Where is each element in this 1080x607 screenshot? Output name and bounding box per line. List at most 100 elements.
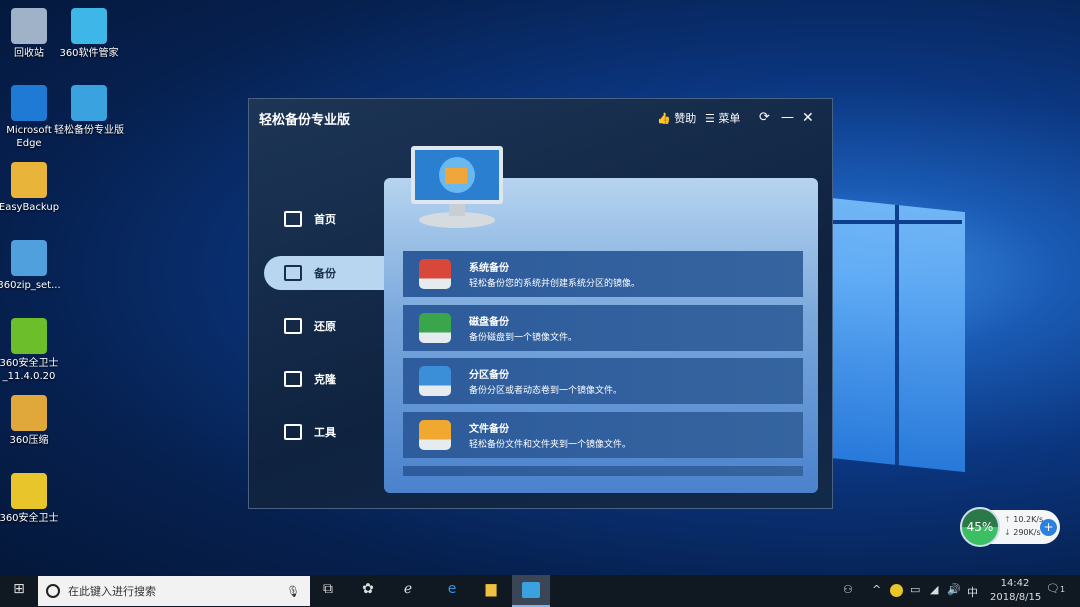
- sidebar-label: 工具: [314, 426, 336, 439]
- desktop-icon-label: 360安全卫士: [0, 513, 59, 524]
- sidebar-item-tools[interactable]: 工具: [279, 415, 379, 449]
- app-icon: [11, 85, 47, 121]
- easybackup-taskbar-button[interactable]: [512, 575, 550, 607]
- backup-option[interactable]: 系统备份轻松备份您的系统并创建系统分区的镜像。: [403, 251, 803, 297]
- memory-percent: 45%: [966, 520, 994, 534]
- action-center-icon[interactable]: 🗨1: [1046, 582, 1065, 595]
- file-explorer-icon[interactable]: ▆: [481, 581, 501, 601]
- sidebar-label: 克隆: [314, 373, 336, 386]
- time: 14:42: [1000, 578, 1030, 589]
- desktop-icon-label: 360压缩: [9, 435, 49, 446]
- download-arrow-icon: ↓: [1004, 528, 1011, 537]
- desktop-icon[interactable]: 360软件管家: [54, 8, 124, 60]
- app-icon: [11, 473, 47, 509]
- option-title: 系统备份: [469, 263, 509, 274]
- tools-icon: [284, 424, 302, 440]
- option-desc: 轻松备份您的系统并创建系统分区的镜像。: [469, 279, 641, 289]
- more-item-partial[interactable]: [403, 466, 803, 476]
- edge-icon[interactable]: e: [442, 581, 462, 601]
- option-title: 分区备份: [469, 370, 509, 381]
- desktop-icon[interactable]: 360压缩: [0, 395, 64, 447]
- option-desc: 备份分区或者动态卷到一个镜像文件。: [469, 386, 623, 396]
- sidebar-label: 还原: [314, 320, 336, 333]
- volume-icon[interactable]: 🔊: [947, 583, 961, 596]
- sidebar-item-clone[interactable]: 克隆: [279, 362, 379, 396]
- sidebar-label: 首页: [314, 213, 336, 226]
- start-button[interactable]: ⊞: [9, 581, 29, 601]
- desktop-icon[interactable]: 360安全卫士: [0, 473, 64, 525]
- clone-icon: [284, 371, 302, 387]
- menu-icon: ☰: [705, 112, 715, 125]
- home-icon: [284, 211, 302, 227]
- desktop-icon[interactable]: 360安全卫士_11.4.0.20: [0, 318, 64, 383]
- ime-indicator[interactable]: 中: [967, 584, 978, 600]
- menu-label: 菜单: [718, 112, 741, 125]
- sponsor-label: 赞助: [674, 112, 697, 125]
- option-title: 文件备份: [469, 424, 509, 435]
- backup-type-icon: [419, 420, 451, 450]
- sidebar-item-restore[interactable]: 还原: [279, 309, 379, 343]
- search-placeholder: 在此键入进行搜索: [68, 585, 156, 598]
- desktop-icon[interactable]: 轻松备份专业版: [54, 85, 124, 137]
- desktop-icon-label: EasyBackup: [0, 202, 60, 213]
- app-icon: [71, 8, 107, 44]
- app-window: 轻松备份专业版 👍 赞助 ☰ 菜单 ⟳ — ✕ 首页 备份 还原 克隆 工具 系…: [248, 98, 833, 509]
- sidebar-item-backup[interactable]: 备份: [264, 256, 384, 290]
- backup-type-icon: [419, 259, 451, 289]
- show-hidden-icons[interactable]: ^: [872, 583, 881, 596]
- app-icon: [11, 318, 47, 354]
- sidebar-item-home[interactable]: 首页: [279, 202, 379, 236]
- backup-option[interactable]: 分区备份备份分区或者动态卷到一个镜像文件。: [403, 358, 803, 404]
- window-title: 轻松备份专业版: [259, 113, 351, 128]
- search-box[interactable]: 在此键入进行搜索 🎙: [38, 576, 310, 606]
- edge-ie-icon[interactable]: ℯ: [398, 581, 418, 601]
- microphone-icon[interactable]: 🎙: [286, 585, 300, 598]
- option-desc: 备份磁盘到一个镜像文件。: [469, 333, 578, 343]
- clock[interactable]: 14:42 2018/8/15: [990, 577, 1042, 605]
- desktop-icon-label: 360安全卫士_11.4.0.20: [0, 358, 59, 382]
- app-icon: [11, 162, 47, 198]
- people-icon[interactable]: ⚇: [843, 583, 853, 596]
- backup-option[interactable]: 磁盘备份备份磁盘到一个镜像文件。: [403, 305, 803, 351]
- desktop-icon-label: 360zip_set...: [0, 280, 61, 291]
- app-icon: [71, 85, 107, 121]
- date: 2018/8/15: [990, 592, 1042, 603]
- sponsor-button[interactable]: 👍 赞助: [657, 110, 696, 126]
- desktop-icon[interactable]: EasyBackup: [0, 162, 64, 214]
- cortana-icon: [46, 584, 60, 598]
- desktop-icon-label: 360软件管家: [59, 48, 119, 59]
- refresh-icon[interactable]: ⟳: [759, 110, 770, 125]
- wifi-icon[interactable]: ◢: [930, 583, 938, 596]
- 360-tray-icon[interactable]: [890, 584, 903, 597]
- memory-usage-ball[interactable]: 45%: [960, 507, 1000, 547]
- battery-icon[interactable]: ▭: [910, 583, 920, 596]
- upload-speed: 10.2K/s: [1013, 515, 1044, 524]
- option-title: 磁盘备份: [469, 317, 509, 328]
- app-icon: [11, 240, 47, 276]
- minimize-button[interactable]: —: [781, 110, 794, 125]
- desktop-icon-label: 轻松备份专业版: [54, 125, 124, 136]
- option-desc: 轻松备份文件和文件夹到一个镜像文件。: [469, 440, 632, 450]
- desktop-icon[interactable]: 360zip_set...: [0, 240, 64, 292]
- accelerate-plus-icon[interactable]: +: [1040, 519, 1057, 536]
- pinwheel-app-icon[interactable]: ✿: [358, 581, 378, 601]
- backup-monitor-icon: [411, 146, 503, 228]
- taskbar: ⊞ 在此键入进行搜索 🎙 ⧉ ✿ ℯ e ▆ ⚇ ^ ▭ ◢ 🔊 中 14:42…: [0, 575, 1080, 607]
- notification-count: 1: [1059, 585, 1066, 594]
- app-icon: [11, 395, 47, 431]
- menu-button[interactable]: ☰ 菜单: [705, 110, 740, 126]
- thumbs-up-icon: 👍: [657, 112, 671, 125]
- logo-divider: [895, 205, 899, 465]
- close-button[interactable]: ✕: [802, 110, 814, 126]
- backup-type-icon: [419, 366, 451, 396]
- backup-icon: [284, 265, 302, 281]
- task-view-icon[interactable]: ⧉: [318, 581, 338, 601]
- download-speed: 290K/s: [1013, 528, 1041, 537]
- app-icon: [11, 8, 47, 44]
- sidebar-label: 备份: [314, 267, 336, 280]
- upload-arrow-icon: ↑: [1004, 515, 1011, 524]
- easybackup-icon: [522, 582, 540, 598]
- restore-icon: [284, 318, 302, 334]
- backup-option[interactable]: 文件备份轻松备份文件和文件夹到一个镜像文件。: [403, 412, 803, 458]
- backup-type-icon: [419, 313, 451, 343]
